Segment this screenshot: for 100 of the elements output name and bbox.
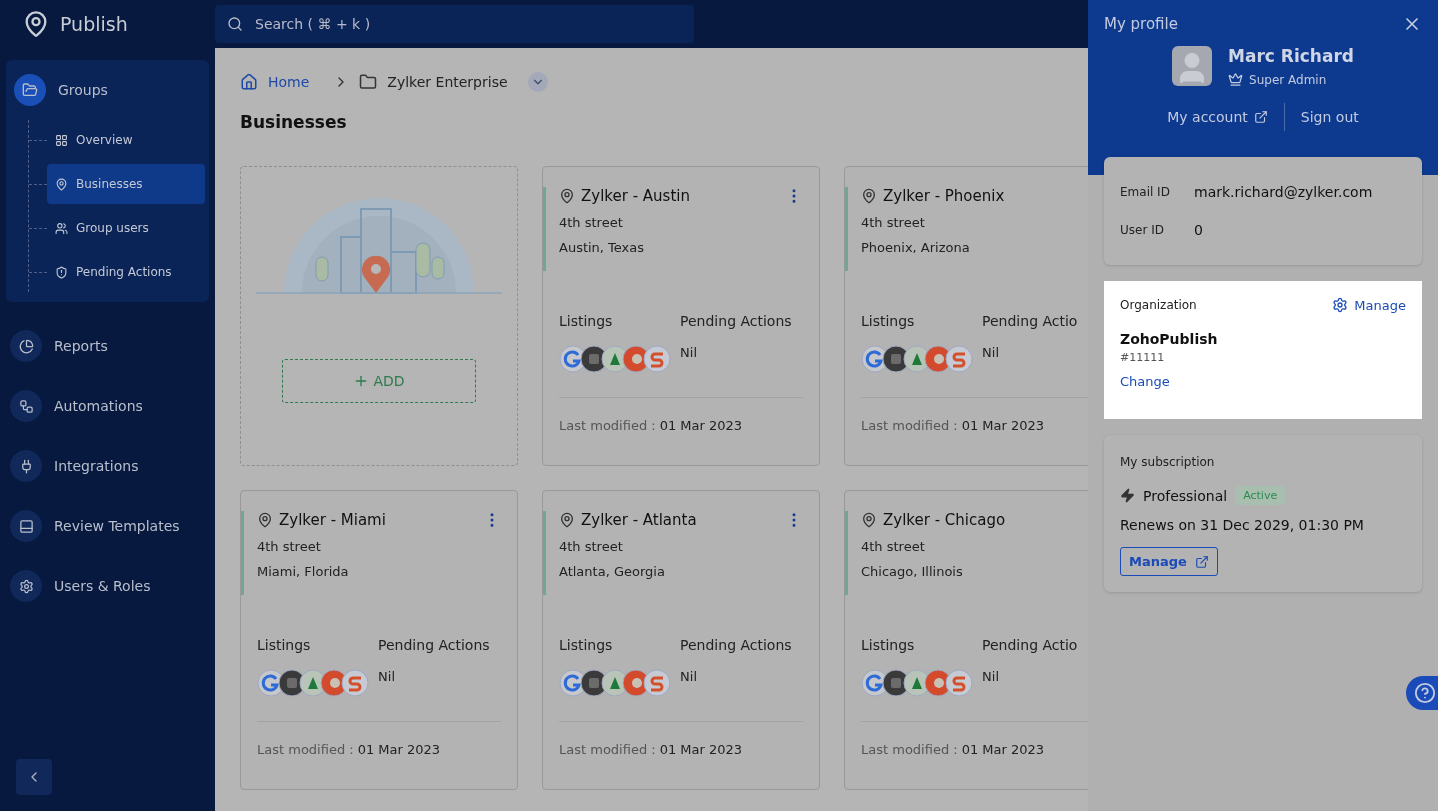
external-link-icon (1194, 554, 1209, 569)
manage-button[interactable]: Manage (1120, 547, 1218, 576)
detail-value: mark.richard@zylker.com (1194, 184, 1373, 200)
listings-label: Listings (861, 637, 916, 653)
panel-title: My profile (1104, 15, 1178, 33)
item-icon (55, 221, 68, 235)
sidebar-item[interactable]: Businesses (47, 164, 205, 204)
modified-label: Last modified : (861, 742, 958, 757)
help-button[interactable] (1406, 676, 1438, 710)
user-name: Marc Richard (1228, 46, 1354, 66)
map-pin-icon (861, 188, 877, 204)
business-name: Zylker - Phoenix (883, 187, 1006, 205)
map-pin-icon (861, 512, 877, 528)
status-badge: Active (1235, 486, 1286, 505)
organization-id: #11111 (1120, 351, 1166, 364)
breadcrumb-link[interactable]: Home (268, 74, 310, 90)
external-link-icon (1253, 110, 1268, 124)
pending-value: Nil (378, 669, 396, 684)
listings-label: Listings (559, 637, 614, 653)
pending-label: Pending Actions (680, 637, 793, 653)
modified-label: Last modified : (559, 742, 656, 757)
my-account-link[interactable]: My account (1151, 109, 1284, 125)
modified-date: 01 Mar 2023 (659, 742, 743, 757)
listing-logo-icon (643, 345, 671, 373)
city-text: Atlanta, Georgia (559, 564, 666, 579)
modified-label: Last modified : (861, 418, 958, 433)
detail-value: 0 (1194, 222, 1203, 238)
app-name: Publish (60, 13, 128, 35)
item-icon (55, 177, 68, 191)
nav-item[interactable]: Automations (54, 398, 143, 414)
nav-item[interactable]: Users & Roles (54, 578, 151, 594)
business-name: Zylker - Atlanta (581, 511, 698, 529)
nav-item[interactable]: Reports (54, 338, 108, 354)
sign-out-link[interactable]: Sign out (1284, 109, 1375, 125)
home-icon (240, 73, 258, 91)
city-text: Austin, Texas (559, 240, 646, 255)
nav-icon (10, 570, 42, 602)
street-text: 4th street (559, 215, 624, 230)
sidebar-item[interactable]: Pending Actions (47, 252, 205, 292)
item-icon (55, 133, 68, 147)
manage-link[interactable]: Manage (1332, 297, 1406, 313)
street-text: 4th street (861, 215, 926, 230)
detail-label: Email ID (1120, 185, 1171, 199)
nav-item[interactable]: Review Templates (54, 518, 180, 534)
folder-icon (359, 73, 378, 91)
search-field[interactable]: Search ( ⌘ + k ) (215, 5, 694, 43)
modified-label: Last modified : (257, 742, 354, 757)
map-pin-icon (257, 512, 273, 528)
detail-label: User ID (1120, 223, 1165, 237)
nav-item[interactable]: Groups (58, 82, 108, 98)
folder-pin-icon (14, 74, 46, 106)
listings-label: Listings (257, 637, 312, 653)
item-icon (55, 265, 68, 279)
search-icon (227, 16, 243, 32)
nav-icon (10, 510, 42, 542)
settings-icon (1332, 297, 1349, 313)
pending-value: Nil (680, 669, 698, 684)
pending-value: Nil (982, 345, 1000, 360)
plan-name: Professional (1143, 487, 1228, 504)
renewal-text: Renews on 31 Dec 2029, 01:30 PM (1120, 517, 1365, 533)
modified-date: 01 Mar 2023 (961, 418, 1045, 433)
pending-label: Pending Actions (680, 313, 793, 329)
nav-icon (10, 450, 42, 482)
lightning-icon (1120, 488, 1135, 503)
search-placeholder: Search ( ⌘ + k ) (255, 16, 371, 32)
modified-date: 01 Mar 2023 (961, 742, 1045, 757)
crown-icon (1228, 72, 1244, 87)
pending-label: Pending Actio (982, 313, 1079, 329)
listing-logo-icon (341, 669, 369, 697)
dropdown-button[interactable] (527, 72, 548, 92)
nav-item[interactable]: Integrations (54, 458, 139, 474)
city-text: Miami, Florida (257, 564, 350, 579)
street-text: 4th street (861, 539, 926, 554)
help-icon (1414, 682, 1436, 704)
map-pin-icon (559, 512, 575, 528)
subscription-heading: My subscription (1120, 455, 1215, 469)
listings-label: Listings (559, 313, 614, 329)
business-name: Zylker - Austin (581, 187, 691, 205)
change-link[interactable]: Change (1120, 374, 1406, 389)
pending-label: Pending Actions (378, 637, 491, 653)
modified-date: 01 Mar 2023 (357, 742, 441, 757)
listing-logo-icon (643, 669, 671, 697)
organization-name: ZohoPublish (1120, 331, 1219, 347)
organization-heading: Organization (1120, 298, 1197, 312)
street-text: 4th street (257, 539, 322, 554)
business-name: Zylker - Miami (279, 511, 387, 529)
nav-icon (10, 390, 42, 422)
sidebar-item[interactable]: Overview (47, 120, 205, 160)
modified-label: Last modified : (559, 418, 656, 433)
city-text: Phoenix, Arizona (861, 240, 971, 255)
sidebar-item[interactable]: Group users (47, 208, 205, 248)
avatar (1172, 46, 1213, 86)
listing-logo-icon (945, 345, 973, 373)
street-text: 4th street (559, 539, 624, 554)
modified-date: 01 Mar 2023 (659, 418, 743, 433)
page-title: Businesses (240, 112, 348, 132)
pending-value: Nil (680, 345, 698, 360)
pending-value: Nil (982, 669, 1000, 684)
nav-icon (10, 330, 42, 362)
business-name: Zylker - Chicago (883, 511, 1007, 529)
